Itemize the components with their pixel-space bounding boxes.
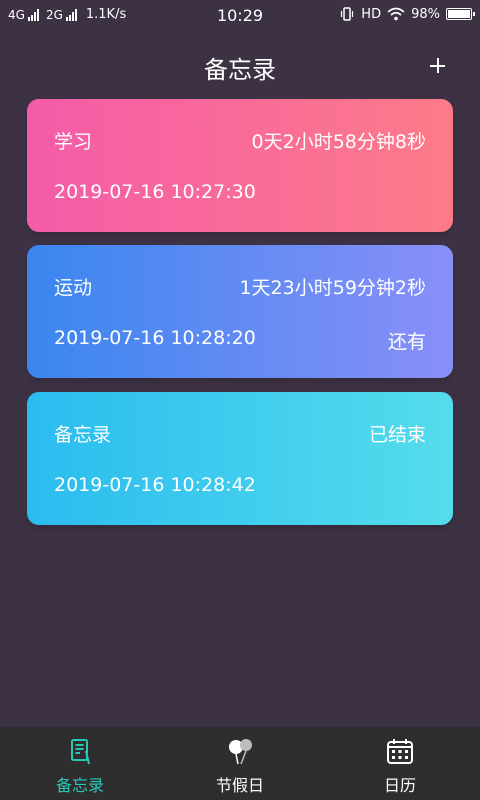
wifi-icon [387, 7, 405, 21]
bottom-nav: 备忘录 节假日 日历 [0, 727, 480, 800]
memo-title: 运动 [54, 277, 93, 299]
hd-label: HD [361, 6, 382, 22]
memo-date: 2019-07-16 10:28:20 [54, 327, 256, 349]
nav-label-calendar: 日历 [383, 776, 416, 795]
memo-status: 还有 [387, 331, 426, 353]
vibrate-icon [341, 7, 354, 21]
memo-card[interactable]: 运动 1天23小时59分钟2秒 2019-07-16 10:28:20 还有 [27, 245, 453, 378]
page-title: 备忘录 [204, 56, 276, 84]
app-header: 备忘录 [0, 34, 480, 98]
memo-icon [71, 739, 90, 765]
memo-countdown: 已结束 [368, 424, 426, 446]
add-button[interactable] [422, 48, 452, 78]
nav-item-calendar[interactable]: 日历 [320, 727, 480, 800]
memo-date: 2019-07-16 10:27:30 [54, 181, 256, 203]
nav-label-holiday: 节假日 [215, 776, 264, 795]
battery-percent: 98% [411, 6, 440, 22]
status-bar: 4G 2G 1.1K/s 10:29 HD 98% [0, 0, 480, 34]
memo-date: 2019-07-16 10:28:42 [54, 474, 256, 496]
nav-item-holiday[interactable]: 节假日 [160, 727, 320, 800]
status-right: HD 98% [339, 6, 475, 22]
app-screen: 4G 2G 1.1K/s 10:29 HD 98% 备忘录 学习 0天2小时58… [0, 0, 480, 800]
memo-title: 学习 [54, 131, 93, 153]
holiday-balloon-icon [229, 739, 252, 765]
memo-title: 备忘录 [54, 424, 112, 446]
battery-icon [446, 8, 475, 20]
memo-card[interactable]: 学习 0天2小时58分钟8秒 2019-07-16 10:27:30 [27, 99, 453, 232]
nav-item-memo[interactable]: 备忘录 [0, 727, 160, 800]
memo-card[interactable]: 备忘录 已结束 2019-07-16 10:28:42 [27, 392, 453, 525]
nav-label-memo: 备忘录 [55, 776, 104, 795]
memo-countdown: 0天2小时58分钟8秒 [251, 131, 426, 153]
calendar-icon [387, 739, 413, 764]
memo-countdown: 1天23小时59分钟2秒 [239, 277, 426, 299]
